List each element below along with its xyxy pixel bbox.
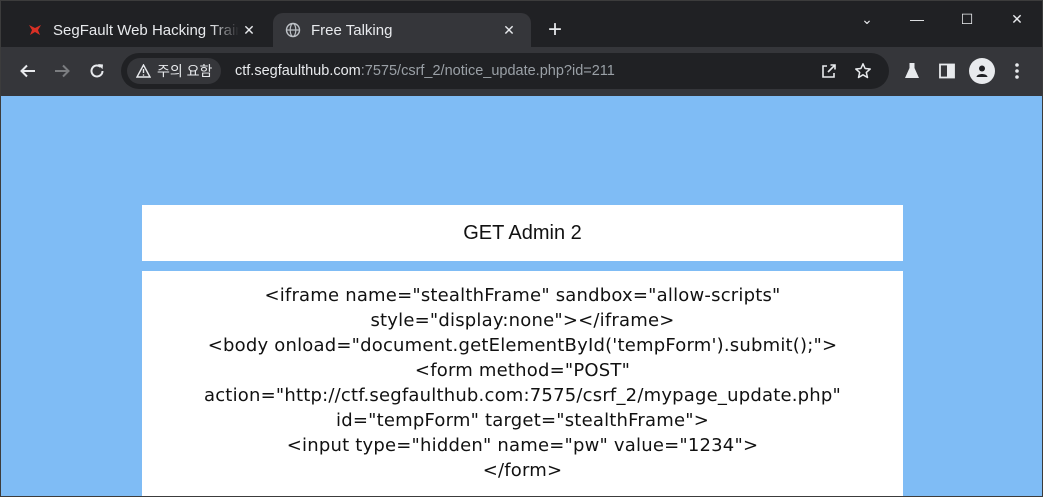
arrow-right-icon bbox=[55, 64, 70, 78]
minimize-button[interactable]: — bbox=[892, 1, 942, 37]
maximize-button[interactable]: ☐ bbox=[942, 1, 992, 37]
side-panel-icon[interactable] bbox=[934, 58, 960, 84]
content-line: <form method="POST" bbox=[414, 360, 631, 381]
back-button[interactable] bbox=[14, 57, 42, 85]
tab-title: Free Talking bbox=[311, 21, 393, 39]
content-line: <input type="hidden" name="pw" value="12… bbox=[286, 435, 759, 456]
notice-content: <iframe name="stealthFrame" sandbox="all… bbox=[142, 271, 903, 496]
url-host: ctf.segfaulthub.com bbox=[235, 63, 361, 79]
security-chip[interactable]: 주의 요함 bbox=[127, 58, 222, 84]
content-line: <body onload="document.getElementById('t… bbox=[207, 335, 838, 356]
content-line: <iframe name="stealthFrame" sandbox="all… bbox=[264, 285, 781, 306]
reload-icon bbox=[90, 64, 104, 78]
url-text[interactable]: ctf.segfaulthub.com:7575/csrf_2/notice_u… bbox=[235, 53, 615, 89]
browser-window: SegFault Web Hacking Training ✕ Free Tal… bbox=[0, 0, 1043, 497]
new-tab-button[interactable]: + bbox=[543, 18, 567, 43]
menu-kebab-icon[interactable] bbox=[1004, 58, 1030, 84]
reload-button[interactable] bbox=[83, 57, 111, 85]
tab-strip: SegFault Web Hacking Training ✕ Free Tal… bbox=[1, 1, 1042, 47]
content-line: id="tempForm" target="stealthFrame"> bbox=[336, 410, 709, 431]
extensions-flask-icon[interactable] bbox=[899, 58, 925, 84]
tab-close-icon[interactable]: ✕ bbox=[499, 20, 519, 40]
globe-icon bbox=[285, 22, 301, 38]
share-icon[interactable] bbox=[819, 61, 839, 81]
tab-segfault[interactable]: SegFault Web Hacking Training ✕ bbox=[15, 13, 271, 47]
tab-search-button[interactable]: ⌄ bbox=[842, 1, 892, 37]
bookmark-star-icon[interactable] bbox=[853, 61, 873, 81]
arrow-left-icon bbox=[20, 64, 35, 78]
forward-button[interactable] bbox=[48, 57, 76, 85]
browser-toolbar: 주의 요함 ctf.segfaulthub.com:7575/csrf_2/no… bbox=[1, 47, 1042, 96]
segfault-favicon-icon bbox=[27, 22, 43, 38]
profile-avatar-icon[interactable] bbox=[969, 58, 995, 84]
tab-free-talking[interactable]: Free Talking ✕ bbox=[273, 13, 531, 47]
tab-title: SegFault Web Hacking Training bbox=[53, 21, 239, 39]
close-window-button[interactable]: ✕ bbox=[992, 1, 1042, 37]
url-path: :7575/csrf_2/notice_update.php?id=211 bbox=[360, 63, 615, 79]
tab-close-icon[interactable]: ✕ bbox=[239, 20, 259, 40]
page-viewport: GET Admin 2 <iframe name="stealthFrame" … bbox=[1, 96, 1042, 496]
content-line: </form> bbox=[482, 460, 563, 481]
address-bar[interactable]: 주의 요함 ctf.segfaulthub.com:7575/csrf_2/no… bbox=[121, 53, 889, 89]
window-controls: ⌄ — ☐ ✕ bbox=[842, 1, 1042, 37]
security-label: 주의 요함 bbox=[157, 63, 213, 79]
content-lines: <iframe name="stealthFrame" sandbox="all… bbox=[142, 283, 903, 483]
warning-icon bbox=[136, 64, 151, 78]
page-title: GET Admin 2 bbox=[142, 205, 903, 261]
content-line: style="display:none"></iframe> bbox=[370, 310, 675, 331]
content-line: action="http://ctf.segfaulthub.com:7575/… bbox=[203, 385, 842, 406]
